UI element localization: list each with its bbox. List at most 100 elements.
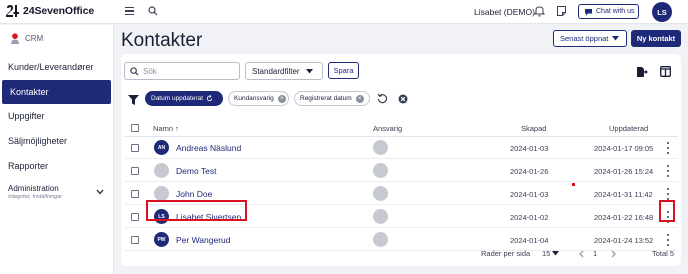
sidebar-item-label: Kontakter: [10, 87, 49, 97]
page-title: Kontakter: [121, 30, 203, 51]
sidebar-item-administration[interactable]: Administration Integritet, Inställningar: [8, 184, 62, 200]
row-checkbox[interactable]: [131, 167, 139, 175]
table-row[interactable]: PW Per Wangerud 2024-01-04 2024-01-24 13…: [124, 229, 678, 251]
updated-date: 2024-01-17 09:05: [594, 144, 654, 153]
columns-icon[interactable]: [660, 66, 671, 77]
select-all-checkbox[interactable]: [131, 124, 139, 132]
filter-chip-datum-uppdaterat[interactable]: Datum uppdaterat: [145, 91, 223, 106]
next-page-icon[interactable]: [611, 250, 617, 258]
save-filter-button[interactable]: Spara: [328, 62, 359, 79]
filter-chip-label: Datum uppdaterat: [151, 95, 204, 102]
responsible-avatar: [373, 209, 388, 224]
current-user-label[interactable]: Lisabet (DEMO): [474, 7, 535, 17]
table-row[interactable]: Demo Test 2024-01-26 2024-01-26 15:24: [124, 160, 678, 182]
contact-name-link[interactable]: John Doe: [176, 189, 212, 199]
rows-per-page-label: Rader per sida: [481, 249, 531, 258]
clear-filters-icon[interactable]: [398, 94, 408, 104]
remove-chip-icon[interactable]: ×: [277, 94, 286, 103]
sidebar-item-kunder[interactable]: Kunder/Leverandører: [0, 55, 113, 79]
contact-name-link[interactable]: Per Wangerud: [176, 235, 231, 245]
menu-toggle-icon[interactable]: [125, 7, 134, 16]
contact-name-link[interactable]: Andreas Näslund: [176, 143, 241, 153]
crm-person-icon: [11, 33, 19, 44]
contact-avatar-placeholder: [154, 163, 169, 178]
created-date: 2024-01-04: [510, 236, 549, 245]
sidebar-item-label: Säljmöjligheter: [8, 136, 68, 146]
row-menu-icon[interactable]: [666, 142, 670, 154]
module-switcher[interactable]: CRM: [10, 33, 43, 44]
row-checkbox[interactable]: [131, 213, 139, 221]
filter-chip-registrerat-datum[interactable]: Registrerat datum ×: [294, 91, 370, 106]
caret-down-icon: [612, 36, 620, 41]
contacts-card: Sök Standardfilter Spara Datum uppdatera…: [121, 54, 681, 266]
sidebar-item-kontakter[interactable]: Kontakter: [2, 80, 111, 104]
sidebar: CRM Kunder/Leverandører Kontakter Uppgif…: [0, 25, 114, 274]
contact-avatar-placeholder: [154, 186, 169, 201]
notifications-bell-icon[interactable]: [534, 5, 545, 17]
app-logo[interactable]: 24SevenOffice: [6, 5, 94, 17]
row-checkbox[interactable]: [131, 144, 139, 152]
filter-select-value: Standardfilter: [252, 66, 300, 76]
notes-icon[interactable]: [556, 5, 567, 17]
chevron-down-icon[interactable]: [96, 189, 104, 195]
column-header-responsible[interactable]: Ansvarig: [373, 124, 402, 133]
export-icon[interactable]: [636, 66, 648, 78]
previous-page-icon[interactable]: [578, 250, 584, 258]
chat-with-us-button[interactable]: Chat with us: [578, 4, 639, 19]
row-menu-icon[interactable]: [666, 165, 670, 177]
logo-mark-icon: [6, 5, 19, 17]
filter-funnel-icon[interactable]: [128, 95, 139, 105]
sidebar-item-label: Rapporter: [8, 161, 49, 171]
responsible-avatar: [373, 186, 388, 201]
search-placeholder: Sök: [143, 66, 157, 76]
user-avatar[interactable]: LS: [652, 2, 672, 22]
table-row[interactable]: AN Andreas Näslund 2024-01-03 2024-01-17…: [124, 137, 678, 159]
admin-subtitle: Integritet, Inställningar: [8, 194, 63, 200]
chat-label: Chat with us: [596, 8, 635, 15]
row-menu-icon[interactable]: [666, 234, 670, 246]
chat-bubble-icon: [585, 8, 592, 15]
refresh-icon: [206, 95, 213, 102]
sidebar-item-label: Uppgifter: [8, 111, 45, 121]
column-header-created[interactable]: Skapad: [521, 124, 546, 133]
row-checkbox[interactable]: [131, 190, 139, 198]
sidebar-item-uppgifter[interactable]: Uppgifter: [0, 104, 113, 128]
created-date: 2024-01-26: [510, 167, 549, 176]
column-header-updated[interactable]: Uppdaterad: [609, 124, 648, 133]
sidebar-item-rapporter[interactable]: Rapporter: [0, 154, 113, 178]
highlight-box-row-menu: [659, 200, 675, 222]
module-label: CRM: [25, 34, 44, 43]
responsible-avatar: [373, 163, 388, 178]
row-checkbox[interactable]: [131, 236, 139, 244]
filter-chip-label: Registrerat datum: [300, 95, 352, 102]
highlight-dot: [572, 183, 575, 186]
rows-per-page-value: 15: [542, 249, 551, 258]
created-date: 2024-01-03: [510, 144, 549, 153]
recently-opened-dropdown[interactable]: Senast öppnat: [553, 30, 627, 47]
recent-label: Senast öppnat: [560, 34, 609, 43]
filter-chip-kundansvarig[interactable]: Kundansvarig ×: [228, 91, 289, 106]
row-menu-icon[interactable]: [666, 188, 670, 200]
filter-chip-label: Kundansvarig: [234, 95, 274, 102]
logo-text: 24SevenOffice: [23, 5, 95, 17]
global-search-icon[interactable]: [148, 6, 158, 16]
responsible-avatar: [373, 140, 388, 155]
column-header-name[interactable]: Namn ↑: [153, 124, 179, 133]
new-contact-button[interactable]: Ny kontakt: [631, 30, 681, 47]
remove-chip-icon[interactable]: ×: [355, 94, 364, 103]
standard-filter-select[interactable]: Standardfilter: [245, 62, 323, 80]
created-date: 2024-01-03: [510, 190, 549, 199]
caret-down-icon: [552, 251, 560, 256]
search-input[interactable]: Sök: [124, 62, 240, 80]
current-page: 1: [593, 249, 598, 258]
highlight-box-contact: [146, 200, 247, 221]
rows-per-page-select[interactable]: 15: [542, 249, 560, 258]
caret-down-icon: [305, 68, 313, 73]
sidebar-item-label: Kunder/Leverandører: [8, 62, 94, 72]
undo-icon[interactable]: [377, 93, 388, 104]
top-bar: 24SevenOffice Lisabet (DEMO) Chat with u…: [0, 0, 688, 24]
search-icon: [130, 66, 139, 76]
sidebar-item-saljmojligheter[interactable]: Säljmöjligheter: [0, 129, 113, 153]
contact-name-link[interactable]: Demo Test: [176, 166, 216, 176]
updated-date: 2024-01-22 16:48: [594, 213, 654, 222]
